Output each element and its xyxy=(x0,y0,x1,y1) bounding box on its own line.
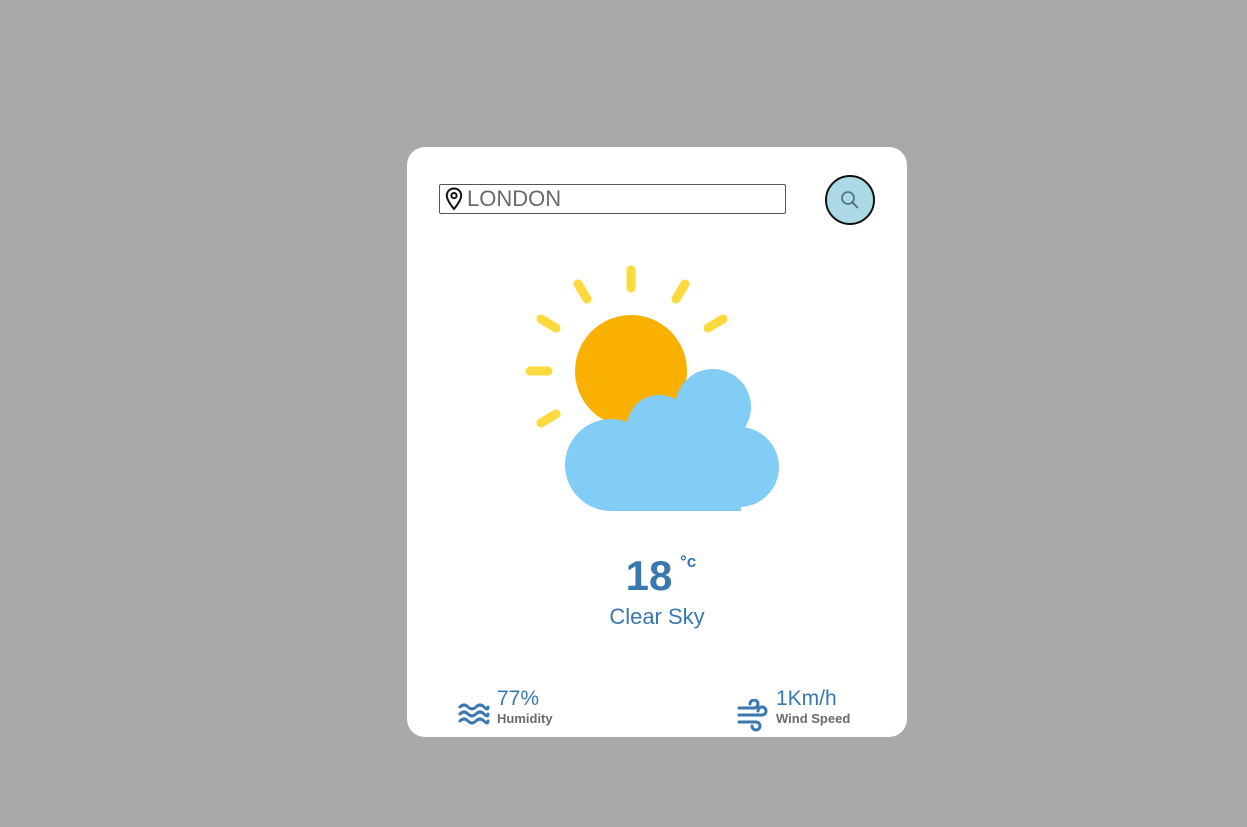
wind-icon xyxy=(736,698,770,733)
humidity-label: Humidity xyxy=(497,711,553,726)
weather-condition: Clear Sky xyxy=(609,604,705,629)
humidity-stat: 77% Humidity xyxy=(457,687,553,733)
search-button[interactable] xyxy=(825,175,875,225)
humidity-value: 77% xyxy=(497,687,540,710)
temperature-display: 18 °c xyxy=(407,552,907,600)
location-pin-icon xyxy=(443,186,465,212)
weather-card: 18 °c Clear Sky 77% Humidity xyxy=(407,147,907,737)
wind-speed-value: 1Km/h xyxy=(776,687,837,710)
city-search-input[interactable] xyxy=(465,186,777,212)
wind-speed-label: Wind Speed xyxy=(776,711,851,726)
temperature-unit: °c xyxy=(680,552,697,571)
temperature-value: 18 xyxy=(625,552,673,599)
waves-icon xyxy=(457,699,491,733)
wind-stat: 1Km/h Wind Speed xyxy=(736,687,850,733)
partly-cloudy-icon xyxy=(517,257,797,517)
search-icon xyxy=(841,191,859,209)
search-box[interactable] xyxy=(439,184,786,214)
